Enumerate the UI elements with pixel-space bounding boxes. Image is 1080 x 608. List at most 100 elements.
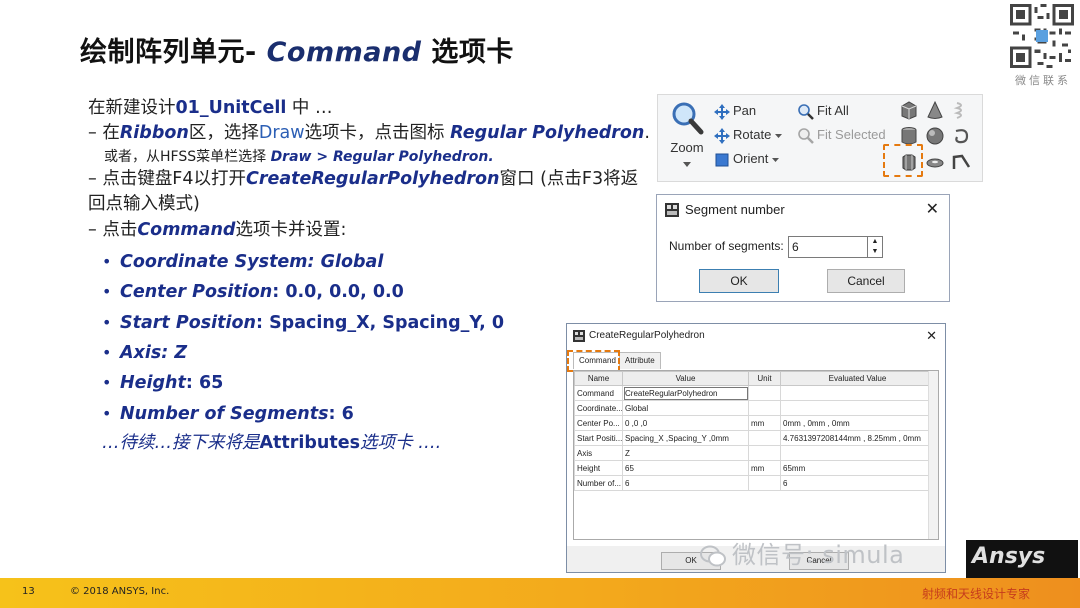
fit-all-button[interactable]: Fit All xyxy=(798,101,849,121)
close-icon[interactable]: ✕ xyxy=(926,195,939,225)
cell xyxy=(748,400,781,416)
cell: Center Po... xyxy=(574,415,623,431)
cell: 4.7631397208144mm , 8.25mm , 0mm xyxy=(780,430,935,446)
pan-label: Pan xyxy=(733,103,757,118)
cancel-button[interactable]: Cancel xyxy=(827,269,905,293)
text: 或者，从HFSS菜单栏选择 xyxy=(104,148,271,165)
pan-button[interactable]: Pan xyxy=(714,101,756,121)
tab-attribute[interactable]: Attribute xyxy=(618,352,661,369)
title-prefix: 绘制阵列单元- xyxy=(80,37,267,68)
cell[interactable]: Spacing_X ,Spacing_Y ,0mm xyxy=(622,430,749,446)
cell[interactable]: 0 ,0 ,0 xyxy=(622,415,749,431)
sphere-icon[interactable] xyxy=(924,125,946,147)
cell[interactable]: Global xyxy=(622,400,749,416)
cube-icon xyxy=(715,153,729,167)
setting-label: Number of Segments xyxy=(120,403,329,424)
ribbon-keyword: Ribbon xyxy=(119,123,189,144)
cell[interactable]: 65 xyxy=(622,460,749,476)
regular-polyhedron-keyword: Regular Polyhedron xyxy=(450,123,645,144)
segments-spinner[interactable]: ▲ ▼ xyxy=(867,236,883,258)
list-item: Center Position: 0.0, 0.0, 0.0 xyxy=(88,277,648,308)
table-row[interactable]: Height 65 mm 65mm xyxy=(574,460,935,476)
settings-list: Coordinate System: Global Center Positio… xyxy=(88,247,648,429)
cell: 6 xyxy=(780,475,935,491)
text: 选项卡并设置: xyxy=(235,219,347,240)
column-header: Evaluated Value xyxy=(780,371,935,386)
rotate-button[interactable]: Rotate xyxy=(714,125,785,145)
body-line-5: – 点击Command选项卡并设置: xyxy=(88,218,648,243)
text: – 点击 xyxy=(88,219,138,240)
fit-selected-label: Fit Selected xyxy=(817,127,886,142)
cell: 0mm , 0mm , 0mm xyxy=(780,415,935,431)
create-regular-polyhedron-dialog: CreateRegularPolyhedron ✕ Command Attribu… xyxy=(566,323,946,573)
table-row[interactable]: Axis Z xyxy=(574,445,935,461)
column-header: Name xyxy=(574,371,623,386)
cell: mm xyxy=(748,460,781,476)
rotate-icon xyxy=(714,127,730,144)
table-row[interactable]: Center Po... 0 ,0 ,0 mm 0mm , 0mm , 0mm xyxy=(574,415,935,431)
setting-label: Height xyxy=(120,373,186,394)
wechat-icon xyxy=(700,545,726,567)
command-tab-highlight xyxy=(567,350,620,372)
fit-all-label: Fit All xyxy=(817,103,849,118)
segments-input[interactable]: 6 xyxy=(788,236,868,258)
chevron-down-icon xyxy=(772,157,780,162)
setting-label: Center Position xyxy=(120,282,273,303)
command-keyword: Command xyxy=(137,219,236,240)
body-line-3: 或者，从HFSS菜单栏选择 Draw > Regular Polyhedron. xyxy=(88,147,648,167)
fit-all-icon xyxy=(798,103,814,120)
segments-label: Number of segments: xyxy=(669,239,784,253)
helix-icon[interactable] xyxy=(950,99,972,121)
title-suffix: 选项卡 xyxy=(421,37,514,68)
app-icon xyxy=(573,330,585,342)
close-icon[interactable]: ✕ xyxy=(926,324,937,348)
zoom-button[interactable]: Zoom xyxy=(664,101,710,170)
magnifier-icon xyxy=(672,102,704,135)
list-item: Number of Segments: 6 xyxy=(88,399,648,430)
ok-button[interactable]: OK xyxy=(699,269,779,293)
slide-footer: 13 © 2018 ANSYS, Inc. 射频和天线设计专家 xyxy=(0,578,1080,608)
table-row[interactable]: Coordinate... Global xyxy=(574,400,935,416)
table-row[interactable]: Start Positi... Spacing_X ,Spacing_Y ,0mm… xyxy=(574,430,935,446)
cell xyxy=(748,475,781,491)
dialog-titlebar: CreateRegularPolyhedron ✕ xyxy=(567,324,945,348)
table-row[interactable]: Command CreateRegularPolyhedron xyxy=(574,385,935,401)
draw-keyword: Draw xyxy=(258,123,305,144)
cone-icon[interactable] xyxy=(924,99,946,121)
slide-title: 绘制阵列单元- Command 选项卡 xyxy=(80,30,514,69)
zoom-label: Zoom xyxy=(670,140,704,155)
spiral-icon[interactable] xyxy=(950,125,972,147)
slide-body: 在新建设计01_UnitCell 中 … – 在Ribbon区，选择Draw选项… xyxy=(88,96,650,457)
text: 区，选择 xyxy=(188,123,259,144)
cell xyxy=(780,400,935,416)
dialog-title: Segment number xyxy=(685,202,785,217)
chevron-down-icon xyxy=(683,162,691,167)
cell[interactable]: Z xyxy=(622,445,749,461)
cell: Height xyxy=(574,460,623,476)
fit-selected-icon xyxy=(798,127,814,144)
qr-code-image xyxy=(1010,4,1074,68)
cell xyxy=(780,445,935,461)
cell: mm xyxy=(748,415,781,431)
ribbon-panel: Zoom Pan Rotate Orient Fit All Fit Selec… xyxy=(657,94,983,182)
qr-caption: 微信联系 xyxy=(1015,74,1071,87)
box-icon[interactable] xyxy=(898,99,920,121)
torus-icon[interactable] xyxy=(924,151,946,173)
table-row[interactable]: Number of... 6 6 xyxy=(574,475,935,491)
bondwire-icon[interactable] xyxy=(950,151,972,173)
setting-value: : 65 xyxy=(185,373,224,394)
orient-button[interactable]: Orient xyxy=(714,149,782,169)
column-header: Value xyxy=(622,371,749,386)
fit-selected-button[interactable]: Fit Selected xyxy=(798,125,886,145)
brand-caption: 射频和天线设计专家 xyxy=(922,587,1031,601)
text: 在新建设计 xyxy=(88,98,176,118)
cell xyxy=(748,445,781,461)
cell[interactable]: 6 xyxy=(622,475,749,491)
list-item: Coordinate System: Global xyxy=(88,247,648,278)
cell[interactable]: CreateRegularPolyhedron xyxy=(622,385,749,401)
ansys-logo-text: Ansys xyxy=(972,544,1046,569)
chevron-down-icon xyxy=(774,133,782,138)
property-grid: Name Value Unit Evaluated Value Command C… xyxy=(573,370,939,540)
body-line-2: – 在Ribbon区，选择Draw选项卡，点击图标 Regular Polyhe… xyxy=(88,121,650,146)
scrollbar[interactable] xyxy=(928,371,938,539)
